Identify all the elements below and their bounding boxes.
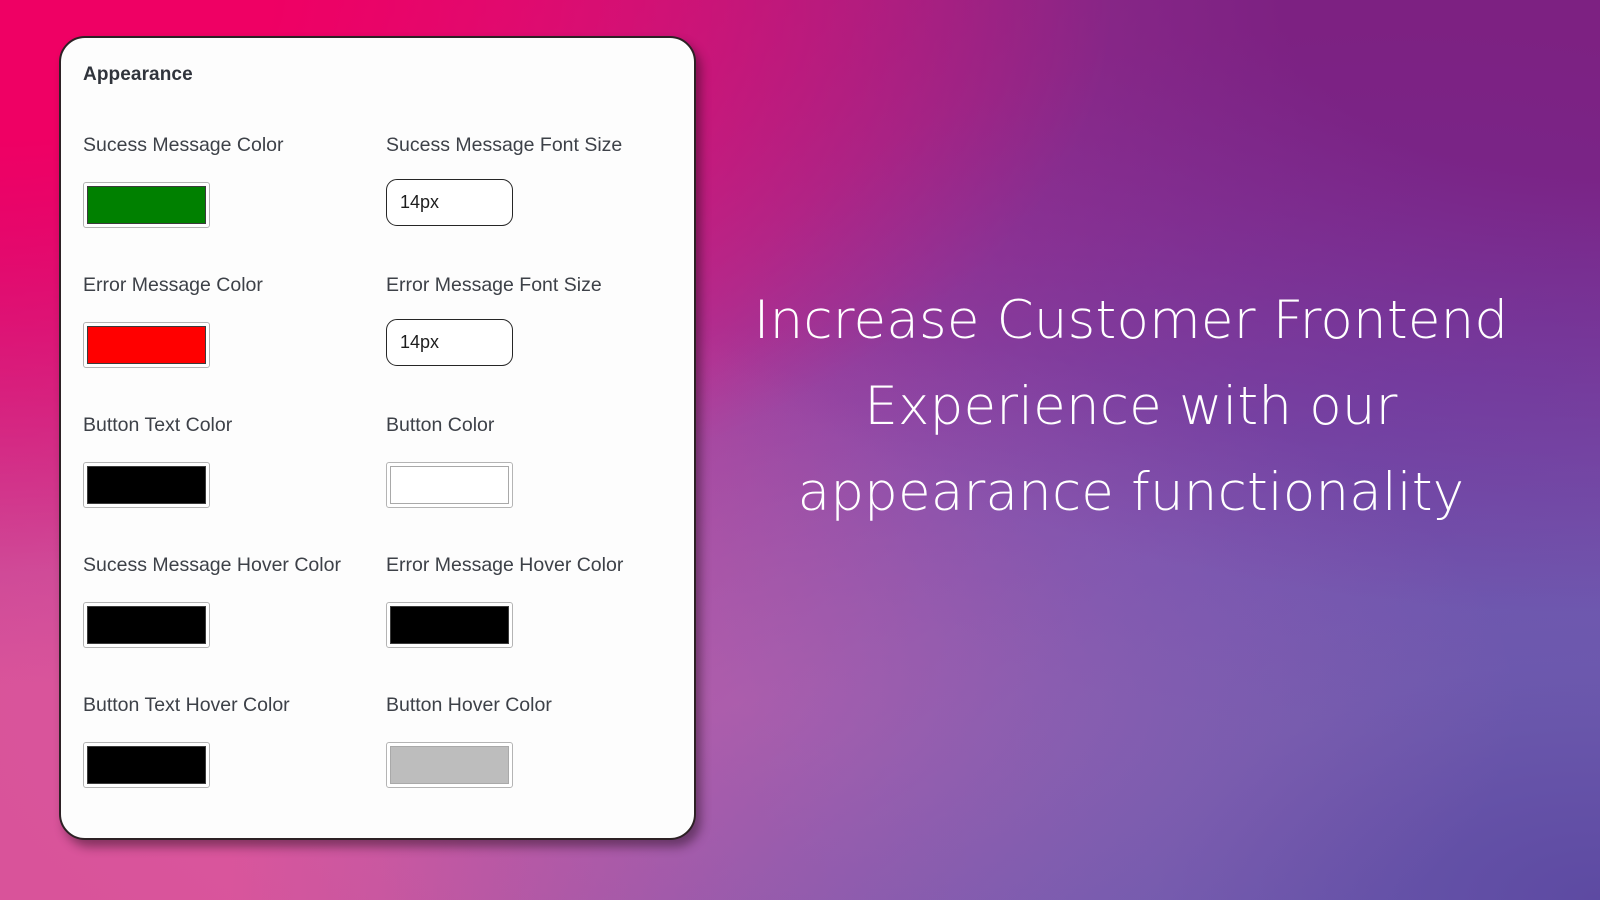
button-text-color-picker[interactable] xyxy=(83,462,210,509)
form-field-success-message-font-size: Sucess Message Font Size xyxy=(386,134,686,227)
form-row: Sucess Message Color Sucess Message Font … xyxy=(61,134,694,274)
success-message-color-label: Sucess Message Color xyxy=(83,134,284,156)
success-message-hover-color-label: Sucess Message Hover Color xyxy=(83,554,341,576)
button-text-hover-color-label: Button Text Hover Color xyxy=(83,694,290,716)
form-field-error-message-hover-color: Error Message Hover Color xyxy=(386,554,686,649)
form-row: Button Text Color Button Color xyxy=(61,414,694,554)
button-color-label: Button Color xyxy=(386,414,495,436)
error-message-font-size-label: Error Message Font Size xyxy=(386,274,602,296)
button-hover-color-swatch xyxy=(390,746,509,785)
form-field-success-message-color: Sucess Message Color xyxy=(83,134,383,229)
success-message-font-size-input[interactable] xyxy=(386,179,513,227)
appearance-settings-card: Appearance Sucess Message Color Sucess Me… xyxy=(59,36,696,840)
marketing-headline: Increase Customer Frontend Experience wi… xyxy=(753,290,1509,523)
error-message-color-swatch xyxy=(87,326,206,365)
error-message-hover-color-picker[interactable] xyxy=(386,602,513,649)
form-field-button-color: Button Color xyxy=(386,414,686,509)
form-field-button-text-hover-color: Button Text Hover Color xyxy=(83,694,383,789)
success-message-hover-color-swatch xyxy=(87,606,206,645)
form-field-error-message-color: Error Message Color xyxy=(83,274,383,369)
card-title: Appearance xyxy=(83,64,193,85)
form-field-success-message-hover-color: Sucess Message Hover Color xyxy=(83,554,383,649)
form-field-button-hover-color: Button Hover Color xyxy=(386,694,686,789)
success-message-hover-color-picker[interactable] xyxy=(83,602,210,649)
appearance-form: Sucess Message Color Sucess Message Font … xyxy=(61,134,694,834)
button-text-color-label: Button Text Color xyxy=(83,414,233,436)
form-row: Error Message Color Error Message Font Si… xyxy=(61,274,694,414)
button-hover-color-label: Button Hover Color xyxy=(386,694,552,716)
button-text-hover-color-swatch xyxy=(87,746,206,785)
form-field-button-text-color: Button Text Color xyxy=(83,414,383,509)
success-message-color-swatch xyxy=(87,186,206,225)
form-field-error-message-font-size: Error Message Font Size xyxy=(386,274,686,367)
button-text-color-swatch xyxy=(87,466,206,505)
error-message-color-picker[interactable] xyxy=(83,322,210,369)
screen: Appearance Sucess Message Color Sucess Me… xyxy=(0,0,1600,900)
button-color-picker[interactable] xyxy=(386,462,513,509)
error-message-hover-color-swatch xyxy=(390,606,509,645)
error-message-font-size-input[interactable] xyxy=(386,319,513,367)
form-row: Sucess Message Hover Color Error Message … xyxy=(61,554,694,694)
error-message-color-label: Error Message Color xyxy=(83,274,263,296)
success-message-color-picker[interactable] xyxy=(83,182,210,229)
button-text-hover-color-picker[interactable] xyxy=(83,742,210,789)
success-message-font-size-label: Sucess Message Font Size xyxy=(386,134,623,156)
error-message-hover-color-label: Error Message Hover Color xyxy=(386,554,624,576)
button-color-swatch xyxy=(390,466,509,505)
form-row: Button Text Hover Color Button Hover Colo… xyxy=(61,694,694,834)
button-hover-color-picker[interactable] xyxy=(386,742,513,789)
